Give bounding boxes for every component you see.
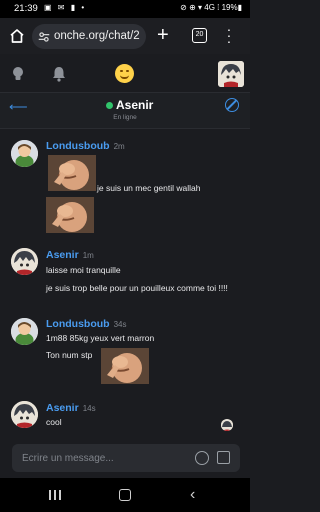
contact-name[interactable]: Asenir <box>116 98 153 112</box>
smiley-logo-icon[interactable] <box>115 64 134 83</box>
avatar[interactable] <box>11 318 38 345</box>
message-time: 2m <box>113 142 125 151</box>
message-time: 14s <box>82 404 96 413</box>
user-avatar[interactable] <box>218 61 244 87</box>
risitas-sticker <box>46 197 94 233</box>
status-bar: 21:39 ▣ ✉ ▮ • ⊘ ⊕ ▾ 4G ⁞ 19%▮ <box>0 0 250 18</box>
bell-icon[interactable] <box>52 66 66 82</box>
message-group: Londusboub 34s 1m88 85kg yeux vert marron… <box>0 316 250 386</box>
message-text: laisse moi tranquille <box>46 265 121 275</box>
back-arrow-icon[interactable]: ⟵ <box>9 99 28 115</box>
message-input[interactable] <box>22 451 182 465</box>
message-text: cool <box>46 417 62 427</box>
notification-icons: ▣ ✉ ▮ • <box>44 3 87 12</box>
message-author[interactable]: Asenir 1m <box>46 249 94 261</box>
avatar[interactable] <box>11 248 38 275</box>
message-time: 34s <box>113 320 127 329</box>
message-time: 1m <box>82 251 94 260</box>
message-composer <box>12 444 240 472</box>
contact-status: En ligne <box>113 114 137 121</box>
system-status-icons: ⊘ ⊕ ▾ 4G ⁞ 19%▮ <box>180 3 242 12</box>
message-group: Londusboub 2m je suis un mec gentil walla… <box>0 137 250 233</box>
back-chevron-icon[interactable]: ‹ <box>190 486 195 504</box>
read-receipt-avatar <box>221 419 233 431</box>
message-group: Asenir 1m laisse moi tranquille je suis t… <box>0 247 250 307</box>
android-navigation-bar: ‹ <box>0 478 250 512</box>
home-icon[interactable] <box>8 27 26 45</box>
address-bar[interactable]: onche.org/chat/2 <box>32 24 146 49</box>
avatar[interactable] <box>11 401 38 428</box>
lightbulb-icon[interactable] <box>11 66 25 82</box>
site-header <box>0 54 250 93</box>
new-tab-icon[interactable]: + <box>157 25 169 45</box>
block-icon[interactable] <box>225 98 239 112</box>
browser-toolbar: onche.org/chat/2 + 20 · · · <box>0 18 250 54</box>
risitas-sticker <box>48 155 96 191</box>
message-text: Ton num stp <box>46 350 93 360</box>
message-text: 1m88 85kg yeux vert marron <box>46 333 155 343</box>
url-text[interactable]: onche.org/chat/2 <box>54 30 142 42</box>
message-author[interactable]: Londusboub 2m <box>46 140 125 152</box>
home-button-icon[interactable] <box>119 489 131 501</box>
online-status-dot <box>106 102 113 109</box>
message-text: je suis trop belle pour un pouilleux com… <box>46 283 228 293</box>
more-menu-icon[interactable]: · · · <box>226 22 232 48</box>
sticker-icon[interactable] <box>217 451 230 464</box>
message-group: Asenir 14s cool <box>0 400 250 436</box>
avatar[interactable] <box>11 140 38 167</box>
recents-icon[interactable] <box>49 490 63 500</box>
site-settings-icon[interactable] <box>37 30 51 44</box>
emoji-icon[interactable] <box>195 451 209 465</box>
message-text: je suis un mec gentil wallah <box>97 183 201 193</box>
status-time: 21:39 <box>14 3 38 14</box>
chat-header: ⟵ Asenir En ligne <box>0 93 250 129</box>
tab-count-button[interactable]: 20 <box>192 28 207 43</box>
message-author[interactable]: Londusboub 34s <box>46 318 126 330</box>
risitas-sticker <box>101 348 149 384</box>
message-author[interactable]: Asenir 14s <box>46 402 96 414</box>
